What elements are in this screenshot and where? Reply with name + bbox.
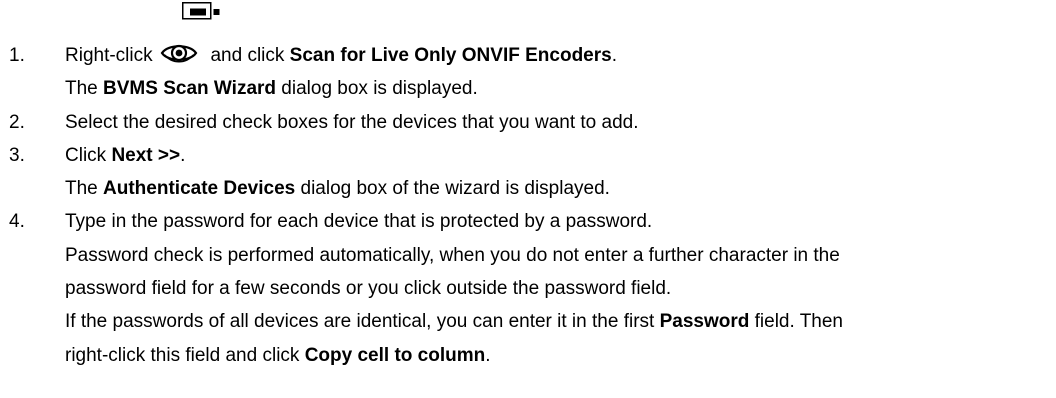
step-4-line-1: 4. Type in the password for each device …: [0, 205, 1056, 238]
step-text: Click: [65, 144, 112, 166]
step-1-line-2: The BVMS Scan Wizard dialog box is displ…: [0, 72, 1056, 105]
step-text: field. Then: [749, 311, 843, 333]
step-number: 4.: [9, 211, 25, 233]
dialog-name: BVMS Scan Wizard: [103, 78, 277, 100]
button-name: Next >>: [111, 144, 181, 166]
step-text: password field for a few seconds or you …: [65, 278, 672, 300]
punctuation: .: [611, 45, 617, 66]
step-text: The: [65, 78, 104, 100]
step-number: 1.: [9, 45, 25, 66]
step-4-line-4: If the passwords of all devices are iden…: [0, 305, 1056, 338]
step-number: 2.: [9, 111, 25, 133]
step-text: Right-click: [65, 45, 153, 66]
step-2-line-1: 2. Select the desired check boxes for th…: [0, 106, 1056, 139]
step-4-line-2: Password check is performed automaticall…: [0, 239, 1056, 272]
step-text: right-click this field and click: [65, 344, 305, 366]
step-text: Select the desired check boxes for the d…: [65, 111, 639, 133]
step-1-line-1: 1. Right-click and click Scan for Live O…: [0, 39, 1056, 72]
step-text: The: [65, 178, 104, 200]
step-3-line-1: 3. Click Next >>.: [0, 139, 1056, 172]
punctuation: .: [180, 144, 186, 166]
procedure-steps: 1. Right-click and click Scan for Live O…: [0, 39, 1056, 372]
step-text: If the passwords of all devices are iden…: [65, 311, 660, 333]
dialog-name: Authenticate Devices: [103, 178, 296, 200]
step-text: dialog box of the wizard is displayed.: [295, 178, 610, 200]
step-text: Type in the password for each device tha…: [65, 211, 653, 233]
step-number: 3.: [9, 144, 25, 166]
menu-command: Copy cell to column: [304, 344, 486, 366]
live-view-eye-icon: [160, 44, 198, 63]
menu-command: Scan for Live Only ONVIF Encoders: [289, 45, 612, 66]
step-4-line-5: right-click this field and click Copy ce…: [0, 339, 1056, 372]
step-text: and click: [199, 45, 290, 66]
step-text: Password check is performed automaticall…: [65, 244, 840, 266]
step-3-line-2: The Authenticate Devices dialog box of t…: [0, 172, 1056, 205]
step-text: dialog box is displayed.: [276, 78, 478, 100]
punctuation: .: [485, 344, 491, 366]
encoder-device-icon: [182, 2, 220, 20]
step-4-line-3: password field for a few seconds or you …: [0, 272, 1056, 305]
field-name: Password: [659, 311, 750, 333]
